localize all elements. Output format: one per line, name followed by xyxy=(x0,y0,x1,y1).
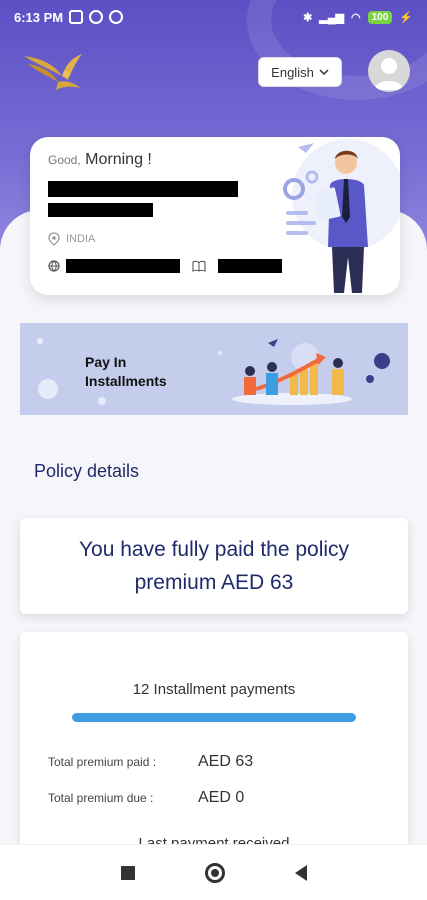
paid-status-card: You have fully paid the policy premium A… xyxy=(20,518,408,614)
location-pin-icon xyxy=(48,232,60,246)
installments-title: 12 Installment payments xyxy=(132,681,296,698)
notification-icon xyxy=(89,10,104,24)
charging-icon: ⚡ xyxy=(399,11,413,24)
home-button[interactable] xyxy=(204,862,225,883)
language-selector[interactable]: English xyxy=(258,57,342,87)
total-paid-value: AED 63 xyxy=(198,753,254,770)
signal-icon: ▂▄▆ xyxy=(319,11,344,24)
redacted-name xyxy=(48,181,238,197)
redacted-value xyxy=(66,259,180,273)
back-button[interactable] xyxy=(294,864,307,881)
bluetooth-icon: ✱ xyxy=(303,11,313,24)
battery-icon: 100 xyxy=(367,10,393,24)
language-label: English xyxy=(271,64,314,80)
navigation-bar xyxy=(0,844,427,900)
installments-progress-bar xyxy=(72,713,356,722)
book-icon xyxy=(192,260,206,272)
greeting-card: Good, Morning ! INDIA xyxy=(30,137,400,295)
user-icon xyxy=(374,58,404,90)
status-bar: 6:13 PM ✱ ▂▄▆ ◠ 100 ⚡ xyxy=(0,0,427,34)
total-due-value: AED 0 xyxy=(198,789,245,806)
greeting-text: Good, Morning ! xyxy=(48,151,152,169)
redacted-name xyxy=(48,203,153,217)
notification-icon xyxy=(109,10,124,24)
section-title: Policy details xyxy=(34,461,140,481)
recents-button[interactable] xyxy=(120,865,135,880)
logo-icon xyxy=(24,54,82,90)
total-paid-row: Total premium paid : AED 63 xyxy=(48,753,253,771)
status-time: 6:13 PM xyxy=(14,9,64,25)
avatar[interactable] xyxy=(368,50,410,92)
total-due-row: Total premium due : AED 0 xyxy=(48,789,244,807)
installments-card: 12 Installment payments Total premium pa… xyxy=(20,632,408,862)
location: INDIA xyxy=(48,232,95,246)
globe-icon xyxy=(48,260,60,272)
policy-info-row xyxy=(48,259,282,273)
total-paid-label: Total premium paid : xyxy=(48,755,157,769)
wifi-icon: ◠ xyxy=(351,11,361,24)
greeting-prefix: Good, xyxy=(48,153,81,167)
banner-line-1: Pay In xyxy=(85,354,127,370)
banner-line-2: Installments xyxy=(85,373,167,389)
businessman-illustration xyxy=(283,139,400,293)
banner-text: Pay In Installments xyxy=(85,353,167,391)
banner-illustration xyxy=(37,338,390,405)
country-text: INDIA xyxy=(66,233,96,245)
chevron-down-icon xyxy=(319,69,329,76)
greeting-salutation: Morning ! xyxy=(85,151,152,168)
installments-banner[interactable]: Pay In Installments xyxy=(20,323,408,415)
total-due-label: Total premium due : xyxy=(48,791,154,805)
paid-message: You have fully paid the policy premium A… xyxy=(78,538,350,594)
progress-fill xyxy=(72,713,356,722)
notification-icon xyxy=(69,10,84,24)
